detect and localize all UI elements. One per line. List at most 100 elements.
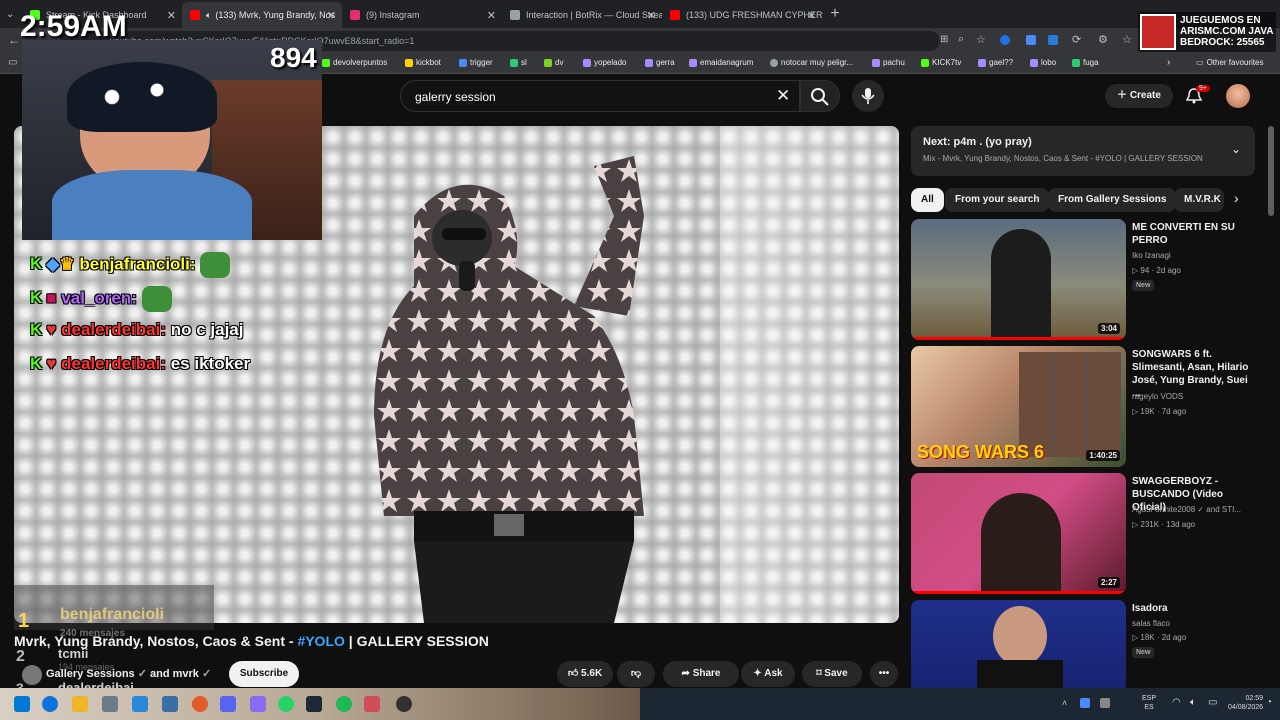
search-input[interactable]: galerry session [400, 80, 800, 112]
tab-list-icon[interactable]: ⌄ [6, 9, 14, 20]
other-favourites[interactable]: ▭ Other favourites [1196, 58, 1263, 67]
app-icon[interactable] [192, 696, 208, 712]
close-icon[interactable]: ✕ [327, 9, 336, 22]
channel-avatar[interactable] [22, 665, 42, 685]
battery-icon[interactable]: ▭ [1208, 697, 1217, 708]
tab-udg-cypher[interactable]: (133) UDG FRESHMAN CYPHER 20 ✕ [662, 2, 822, 28]
language-indicator[interactable]: ESP ES [1142, 694, 1156, 712]
recommendation-title[interactable]: Isadora [1132, 602, 1252, 615]
notification-bell-icon[interactable]: ◔ [1266, 697, 1272, 708]
video-thumbnail[interactable]: 3:04 [911, 219, 1126, 340]
bookmark-item[interactable]: sl [510, 58, 527, 67]
chevron-right-icon[interactable]: › [1167, 57, 1170, 68]
more-actions-button[interactable]: ••• [870, 661, 898, 687]
bookmark-item[interactable]: kickbot [405, 58, 441, 67]
extension-icon[interactable] [1000, 35, 1010, 45]
folder-icon[interactable] [72, 696, 88, 712]
bookmark-item[interactable]: gerra [645, 58, 675, 67]
app-icon[interactable] [250, 696, 266, 712]
bookmark-item[interactable]: devolverpuntos [322, 58, 387, 67]
like-button[interactable]: 👍︎ 5.6K [557, 661, 613, 687]
start-icon[interactable] [14, 696, 30, 712]
ask-button[interactable]: ✦ Ask [741, 661, 795, 687]
chip-mvrk[interactable]: M.V.R.K [1174, 188, 1224, 212]
extension-icon[interactable] [1048, 35, 1058, 45]
tab-botrix[interactable]: Interaction | BotRix — Cloud Stream ✕ [502, 2, 662, 28]
recommendation-card[interactable]: 2:27 SWAGGERBOYZ - BUSCANDO (Video Ofici… [911, 473, 1256, 595]
bookmark-item[interactable]: trigger [459, 58, 493, 67]
notifications-button[interactable]: 9+ [1185, 85, 1210, 106]
tray-app-icon[interactable] [1100, 698, 1110, 708]
hashtag-link[interactable]: #YOLO [297, 633, 344, 649]
sliders-icon[interactable]: ⚙ [1098, 33, 1108, 46]
share-button[interactable]: ➦ Share [663, 661, 739, 687]
channel-names[interactable]: Gallery Sessions ✓ and mvrk ✓ [46, 667, 211, 680]
recommendation-channel[interactable]: AgusFortnite2008 ✓ and STI... [1132, 505, 1250, 514]
tab-youtube-video[interactable]: 🔈︎ (133) Mvrk, Yung Brandy, Nos ✕ [182, 2, 342, 28]
app-icon[interactable] [364, 696, 380, 712]
avatar[interactable] [1226, 84, 1250, 108]
bookmark-item[interactable]: pachu [872, 58, 905, 67]
video-thumbnail[interactable]: SONG WARS 6 1:40:25 [911, 346, 1126, 467]
star-icon[interactable]: ☆ [976, 33, 986, 46]
zoom-icon[interactable]: ⌕ [958, 33, 964, 46]
recommendation-card[interactable]: 3:04 ME CONVERTI EN SU PERRO Iko Izanagi… [911, 219, 1256, 341]
bookmark-item[interactable]: lobo [1030, 58, 1056, 67]
close-icon[interactable]: ✕ [167, 9, 176, 22]
save-button[interactable]: ⌑ Save [802, 661, 862, 687]
voice-search-button[interactable] [852, 80, 884, 112]
edge-icon[interactable] [42, 696, 58, 712]
system-clock[interactable]: 02:59 04/08/2026 [1228, 694, 1263, 712]
spotify-icon[interactable] [336, 696, 352, 712]
volume-icon[interactable]: 🔈︎ [1190, 697, 1196, 708]
new-tab-button[interactable]: + [822, 2, 848, 28]
obs-icon[interactable] [396, 696, 412, 712]
apps-icon[interactable]: ▭ [8, 57, 17, 68]
settings-icon[interactable] [102, 696, 118, 712]
chip-from-gallery-sessions[interactable]: From Gallery Sessions [1048, 188, 1177, 212]
discord-icon[interactable] [220, 696, 236, 712]
app-icon[interactable] [132, 696, 148, 712]
bookmark-item[interactable]: dv [544, 58, 563, 67]
dislike-button[interactable]: 👎︎ [617, 661, 655, 687]
close-icon[interactable]: ✕ [807, 9, 816, 22]
recommendation-card[interactable]: Isadora salas flaco ▷ 18K · 2d ago New [911, 600, 1256, 688]
chevron-right-icon[interactable]: › [1234, 190, 1239, 206]
bookmark-item[interactable]: fuga [1072, 58, 1099, 67]
bookmark-item[interactable]: KICK7tv [921, 58, 961, 67]
close-icon[interactable]: ✕ [487, 9, 496, 22]
app-icon[interactable] [162, 696, 178, 712]
bookmark-item[interactable]: yopelado [583, 58, 626, 67]
bookmark-item[interactable]: gael?? [978, 58, 1013, 67]
chevron-down-icon[interactable]: ⌄ [1231, 142, 1241, 156]
speaker-icon[interactable]: 🔈︎ [206, 10, 211, 21]
tray-app-icon[interactable] [1080, 698, 1090, 708]
chip-from-your-search[interactable]: From your search [945, 188, 1050, 212]
recommendation-channel[interactable]: salas flaco [1132, 619, 1170, 628]
wifi-icon[interactable]: ◠ [1172, 697, 1181, 708]
tray-chevron-icon[interactable]: ˄ [1062, 698, 1067, 708]
install-icon[interactable]: ⊞ [940, 34, 948, 45]
whatsapp-icon[interactable] [278, 696, 294, 712]
search-button[interactable] [800, 80, 840, 112]
bookmark-item[interactable]: notocar muy peligr... [770, 58, 853, 67]
extension-icon[interactable] [1026, 35, 1036, 45]
scrollbar-thumb[interactable] [1268, 126, 1274, 216]
recommendation-channel[interactable]: Iko Izanagi [1132, 251, 1171, 260]
puzzle-icon[interactable]: ⟳ [1072, 33, 1081, 46]
video-thumbnail[interactable]: 2:27 [911, 473, 1126, 594]
up-next-panel[interactable]: Next: p4m . (yo pray) Mix - Mvrk, Yung B… [911, 126, 1255, 176]
recommendation-channel[interactable]: rageylo VODS [1132, 392, 1183, 401]
chip-all[interactable]: All [911, 188, 944, 212]
create-button[interactable]: ＋ Create [1105, 84, 1173, 108]
recommendation-card[interactable]: SONG WARS 6 1:40:25 SONGWARS 6 ft. Slime… [911, 346, 1256, 468]
bookmark-star-icon[interactable]: ☆ [1122, 33, 1132, 46]
tab-instagram[interactable]: (9) Instagram ✕ [342, 2, 502, 28]
back-icon[interactable]: ← [8, 33, 20, 47]
video-thumbnail[interactable] [911, 600, 1126, 688]
close-icon[interactable]: ✕ [647, 9, 656, 22]
steam-icon[interactable] [306, 696, 322, 712]
bookmark-item[interactable]: emaidanagrum [689, 58, 753, 67]
subscribe-button[interactable]: Subscribe [229, 661, 299, 687]
clear-search-icon[interactable]: ✕ [776, 86, 790, 106]
